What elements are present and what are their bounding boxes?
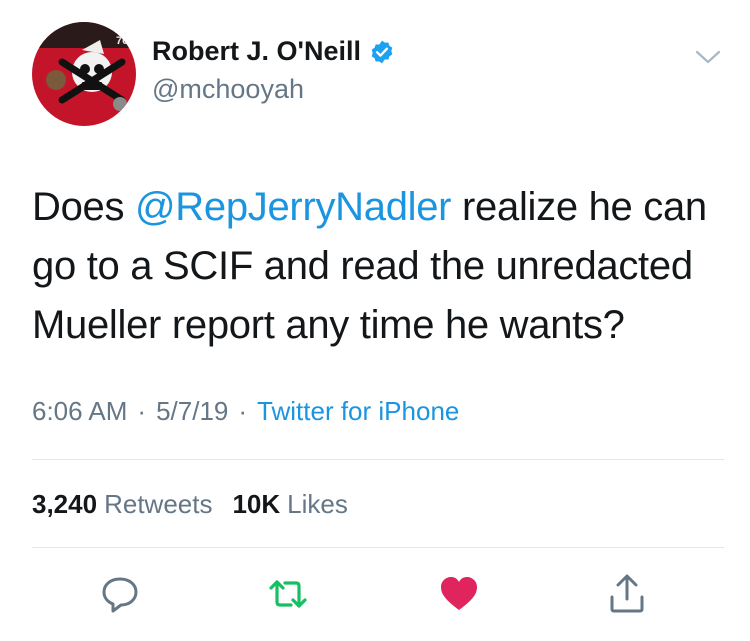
retweets-count: 3,240 — [32, 489, 98, 519]
likes-label: Likes — [287, 489, 348, 519]
avatar-badge-text: 708 — [116, 35, 134, 47]
meta-separator: · — [137, 396, 147, 426]
verified-badge-icon — [369, 39, 395, 65]
mention-link[interactable]: @RepJerryNadler — [135, 185, 452, 229]
tweet-time[interactable]: 6:06 AM — [32, 396, 127, 427]
retweets-stat[interactable]: 3,240 Retweets — [32, 489, 212, 520]
tweet-date[interactable]: 5/7/19 — [156, 396, 228, 427]
likes-stat[interactable]: 10K Likes — [232, 489, 347, 520]
reply-icon[interactable] — [98, 572, 142, 616]
chevron-down-icon[interactable] — [693, 47, 723, 67]
tweet-text: Does @RepJerryNadler realize he can go t… — [32, 178, 722, 355]
author-display-name[interactable]: Robert J. O'Neill — [152, 36, 361, 67]
divider — [32, 459, 724, 460]
tweet-source-link[interactable]: Twitter for iPhone — [257, 396, 459, 427]
author-name-row: Robert J. O'Neill — [152, 36, 395, 67]
avatar[interactable]: 708 — [32, 22, 136, 126]
meta-separator: · — [238, 396, 248, 426]
like-heart-icon[interactable] — [437, 572, 481, 616]
tweet-metadata: 6:06 AM · 5/7/19 · Twitter for iPhone — [32, 396, 459, 427]
likes-count: 10K — [232, 489, 281, 519]
share-icon[interactable] — [605, 572, 649, 616]
divider — [32, 547, 724, 548]
retweets-label: Retweets — [104, 489, 213, 519]
tweet-stats: 3,240 Retweets 10K Likes — [32, 489, 348, 520]
author-handle[interactable]: @mchooyah — [152, 74, 304, 105]
tweet-text-before-mention: Does — [32, 185, 135, 229]
retweet-icon[interactable] — [266, 572, 310, 616]
